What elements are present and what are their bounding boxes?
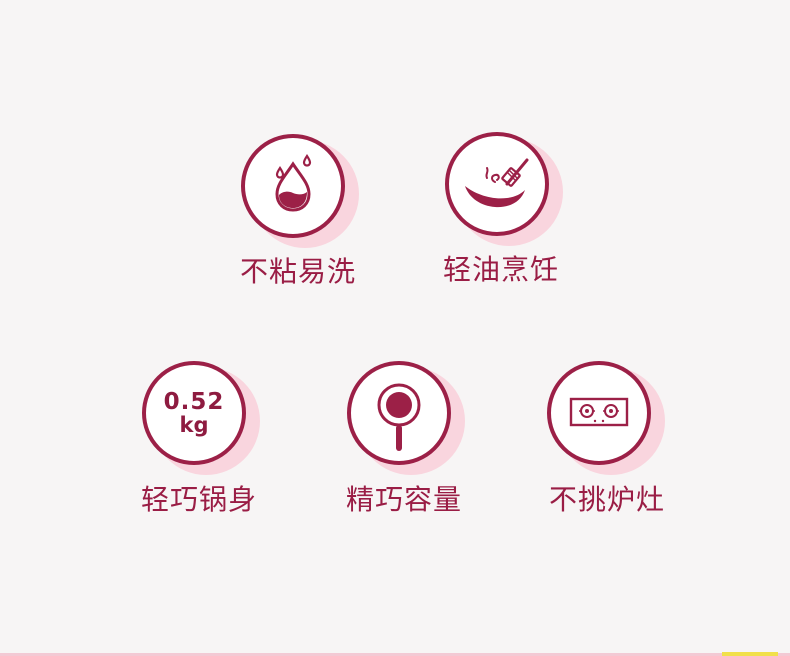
wok-spatula-icon	[465, 158, 529, 208]
feature-label: 精巧容量	[345, 483, 462, 516]
gas-stove-icon	[569, 397, 629, 427]
compact-capacity-badge	[347, 361, 465, 479]
lightweight-badge: 0.52 kg	[142, 361, 260, 479]
light-oil-badge	[445, 132, 563, 250]
frying-pan-icon	[377, 383, 421, 451]
any-stove-badge	[547, 361, 665, 479]
feature-label: 轻油烹饪	[442, 253, 559, 286]
bottom-accent-strip	[722, 652, 778, 656]
feature-label: 不挑炉灶	[548, 483, 665, 516]
non-stick-badge	[241, 134, 359, 252]
feature-label: 不粘易洗	[239, 255, 356, 288]
oil-drop-icon	[275, 154, 312, 212]
weight-text-icon: 0.52 kg	[142, 361, 246, 465]
feature-label: 轻巧锅身	[140, 483, 257, 516]
weight-unit: kg	[179, 413, 209, 438]
weight-value: 0.52	[163, 388, 225, 415]
